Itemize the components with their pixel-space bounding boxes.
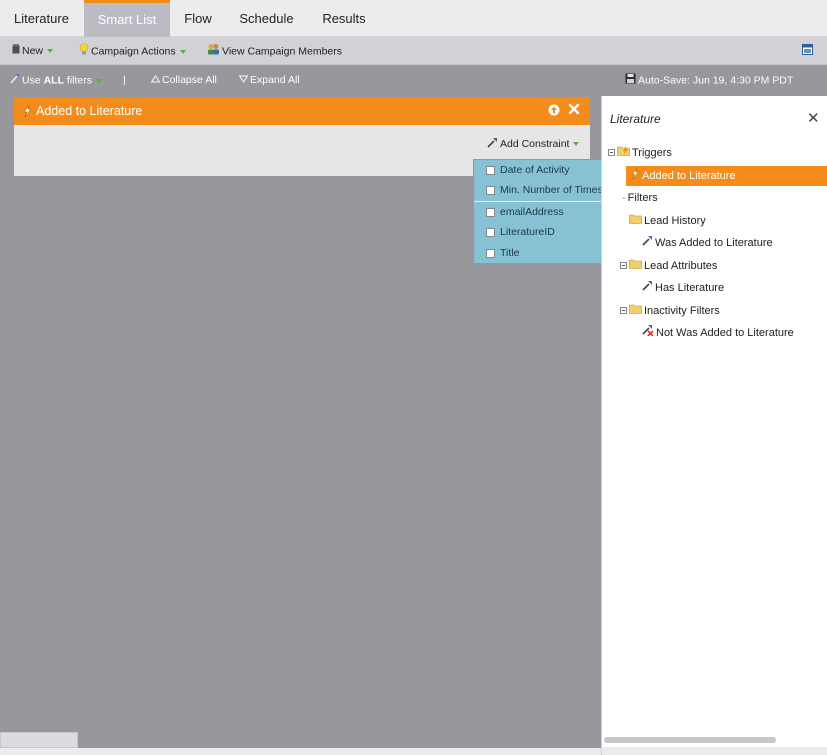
horizontal-scrollbar[interactable] <box>604 737 776 743</box>
new-label: New <box>22 45 44 57</box>
new-icon <box>12 43 20 59</box>
tree-node-inactivity-filters[interactable]: Inactivity Filters <box>629 301 720 321</box>
tree-label: Lead Attributes <box>644 260 718 272</box>
move-up-icon[interactable] <box>548 104 560 119</box>
literature-panel: Literature ✕ Triggers Added to Literatur… <box>601 96 827 755</box>
checkbox[interactable] <box>486 166 495 175</box>
autosave-text: Auto-Save: Jun 19, 4:30 PM PDT <box>638 74 794 87</box>
trigger-card-header: Added to Literature <box>14 97 590 125</box>
filter-wand-icon <box>642 278 653 298</box>
tree-label: Added to Literature <box>642 170 736 182</box>
filter-bar: Use ALL filters | Collapse All Expand Al… <box>0 66 827 94</box>
chevron-down-icon <box>573 142 580 146</box>
campaign-actions-button[interactable]: Campaign Actions <box>79 43 186 59</box>
tab-bar: Literature Smart List Flow Schedule Resu… <box>0 0 827 37</box>
tree-node-filters[interactable]: - Filters <box>622 188 658 208</box>
tab-flow[interactable]: Flow <box>170 0 226 37</box>
tree-connector: - <box>622 192 626 204</box>
tree-node-not-was-added-to-literature[interactable]: Not Was Added to Literature <box>642 323 794 343</box>
tree-label: Not Was Added to Literature <box>656 327 794 339</box>
tree-node-has-literature[interactable]: Has Literature <box>642 278 724 298</box>
tab-results[interactable]: Results <box>307 0 381 37</box>
collapse-toggle-icon[interactable] <box>620 307 627 314</box>
members-icon <box>207 43 220 60</box>
trigger-lightning-icon <box>630 166 640 186</box>
add-constraint-label: Add Constraint <box>500 137 570 150</box>
collapse-toggle-icon[interactable] <box>620 262 627 269</box>
tab-smart-list[interactable]: Smart List <box>84 0 170 37</box>
tree-label: Lead History <box>644 215 706 227</box>
view-campaign-members-button[interactable]: View Campaign Members <box>207 43 342 59</box>
tree-node-lead-history[interactable]: Lead History <box>629 211 706 231</box>
tree-label: Inactivity Filters <box>644 305 720 317</box>
tab-schedule[interactable]: Schedule <box>226 0 307 37</box>
expand-down-icon <box>238 73 249 87</box>
expand-all-label: Expand All <box>250 74 300 86</box>
autosave-status: Auto-Save: Jun 19, 4:30 PM PDT <box>625 73 793 87</box>
collapse-all-button[interactable]: Collapse All <box>150 73 217 87</box>
tree-node-added-to-literature[interactable]: Added to Literature <box>626 166 827 186</box>
view-campaign-members-label: View Campaign Members <box>222 45 343 58</box>
toolbar: New Campaign Actions View Campaign Membe… <box>0 37 827 65</box>
tree-node-was-added-to-literature[interactable]: Was Added to Literature <box>642 233 773 253</box>
filter-separator: | <box>123 74 126 86</box>
campaign-actions-label: Campaign Actions <box>91 45 176 58</box>
use-all-filters-button[interactable]: Use ALL filters <box>10 73 103 88</box>
use-prefix: Use <box>22 74 44 87</box>
bottom-tab-handle[interactable] <box>0 732 78 748</box>
chevron-down-icon <box>179 49 186 54</box>
tree-node-triggers[interactable]: Triggers <box>617 143 672 163</box>
panel-title: Literature <box>610 112 661 126</box>
filter-wand-icon <box>642 233 653 253</box>
menu-item-label: Date of Activity <box>500 164 570 176</box>
menu-item-label: LiteratureID <box>500 226 555 238</box>
tree-node-lead-attributes[interactable]: Lead Attributes <box>629 256 717 276</box>
folder-icon <box>629 211 642 231</box>
collapse-toggle-icon[interactable] <box>608 149 615 156</box>
tree-label: Was Added to Literature <box>655 237 773 249</box>
menu-item-label: emailAddress <box>500 206 564 218</box>
tree-label: Triggers <box>632 147 672 159</box>
collapse-up-icon <box>150 73 161 87</box>
checkbox[interactable] <box>486 208 495 217</box>
panel-footer <box>602 747 827 755</box>
collapse-all-label: Collapse All <box>162 74 217 86</box>
checkbox[interactable] <box>486 186 495 195</box>
folder-icon <box>629 301 642 321</box>
bottom-strip <box>0 748 601 755</box>
menu-item-label: Title <box>500 247 520 259</box>
negative-filter-icon <box>642 323 654 343</box>
wrench-icon <box>487 137 498 151</box>
tab-literature[interactable]: Literature <box>0 0 84 37</box>
checkbox[interactable] <box>486 228 495 237</box>
new-button[interactable]: New <box>12 43 54 59</box>
add-constraint-button[interactable]: Add Constraint <box>487 137 580 151</box>
use-all-text: ALL <box>43 74 65 87</box>
checkbox[interactable] <box>486 249 495 258</box>
trigger-lightning-icon <box>22 104 33 120</box>
filter-wand-icon <box>10 73 20 88</box>
expand-all-button[interactable]: Expand All <box>238 73 300 87</box>
close-icon[interactable] <box>568 103 580 118</box>
lightbulb-icon <box>79 43 89 60</box>
chevron-down-icon <box>47 49 54 54</box>
window-toggle-icon[interactable] <box>802 44 813 60</box>
trigger-title: Added to Literature <box>36 104 143 118</box>
chevron-down-icon <box>96 78 103 83</box>
tree-label: Has Literature <box>655 282 725 294</box>
use-suffix: filters <box>64 74 93 87</box>
menu-item-label: Min. Number of Times <box>500 184 603 196</box>
tree-label: Filters <box>627 192 658 204</box>
close-icon[interactable]: ✕ <box>807 109 820 127</box>
folder-icon <box>629 256 642 276</box>
save-disk-icon <box>625 73 636 88</box>
trigger-folder-icon <box>617 143 630 163</box>
